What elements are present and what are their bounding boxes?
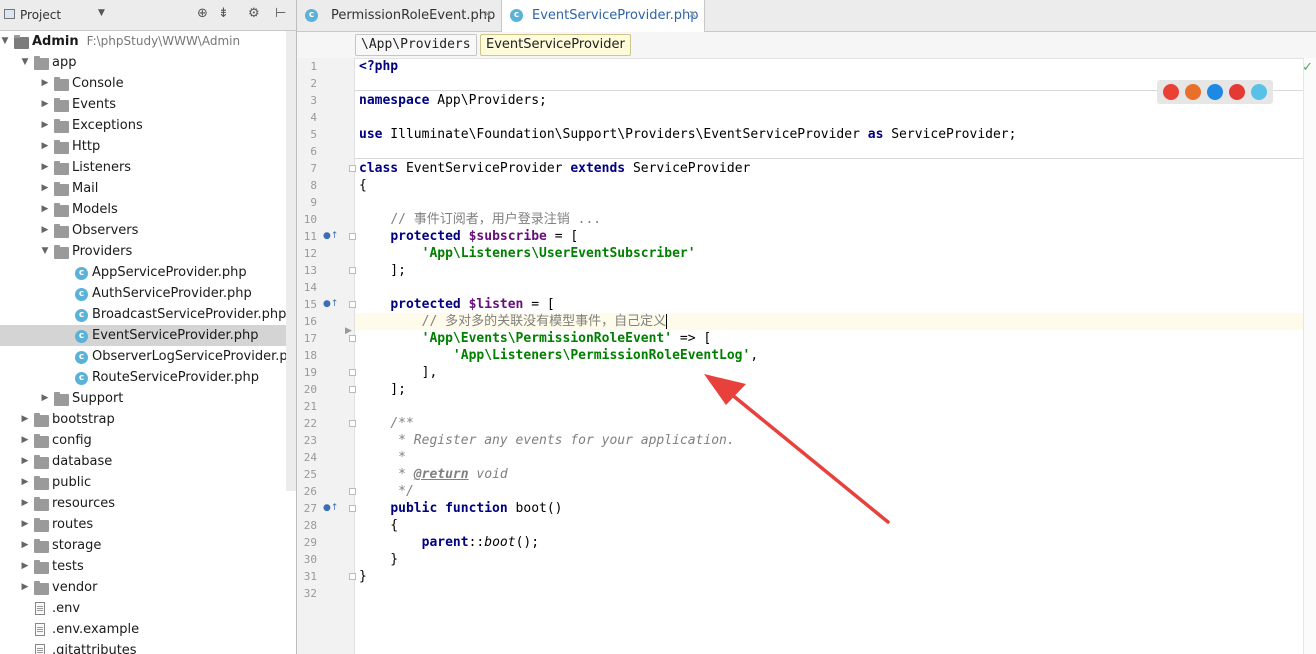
- arrow-shaft: [718, 383, 890, 524]
- annotation-arrow: [704, 374, 890, 524]
